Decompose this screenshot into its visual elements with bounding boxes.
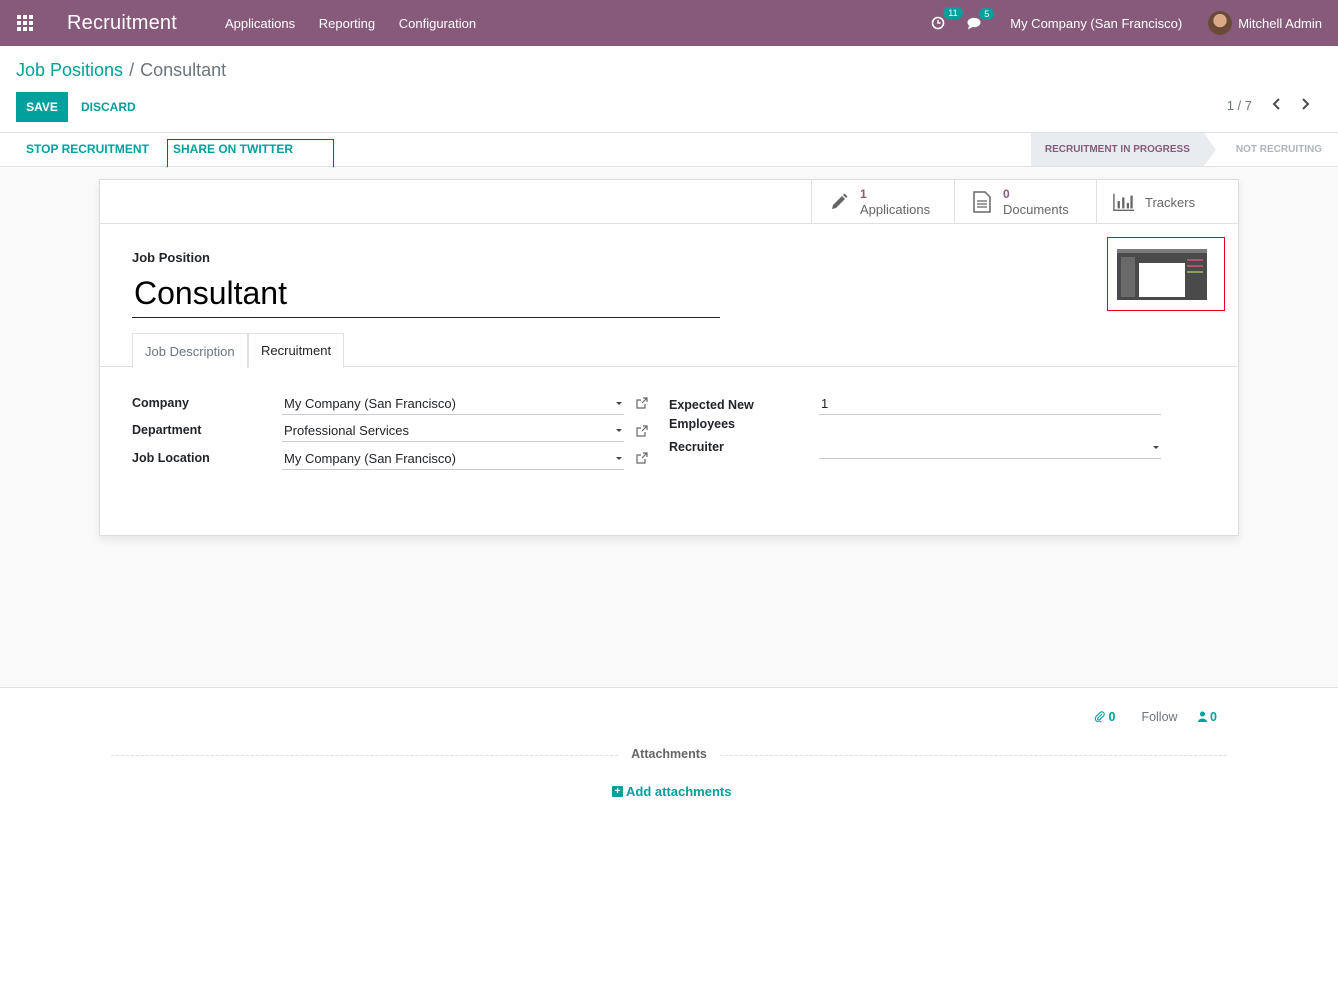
- expected-employees-label-line2: Employees: [669, 417, 736, 431]
- stage-selector: RECRUITMENT IN PROGRESS NOT RECRUITING: [1030, 133, 1338, 166]
- job-image-field[interactable]: [1107, 237, 1225, 311]
- recruiter-field[interactable]: [819, 437, 1161, 459]
- menu-item-applications[interactable]: Applications: [225, 16, 295, 31]
- dropdown-caret-icon[interactable]: [616, 429, 622, 432]
- expected-employees-value: 1: [821, 396, 829, 411]
- documents-label: Documents: [1003, 202, 1069, 217]
- button-box: 1 Applications 0 Documents Trackers: [100, 180, 1238, 224]
- top-menu: Applications Reporting Configuration: [225, 16, 496, 31]
- trackers-label: Trackers: [1145, 194, 1196, 210]
- pager-value[interactable]: 1 / 7: [1227, 98, 1252, 113]
- chatter-topbar: 0 Follow 0: [1094, 710, 1217, 724]
- breadcrumb: Job Positions / Consultant: [16, 60, 226, 81]
- company-value: My Company (San Francisco): [284, 396, 456, 411]
- follow-button[interactable]: Follow: [1141, 710, 1177, 724]
- breadcrumb-current: Consultant: [140, 60, 227, 80]
- screenshot-thumbnail: [1117, 249, 1207, 300]
- notebook-tabs: Job Description Recruitment: [100, 333, 1238, 368]
- job-position-input[interactable]: Consultant: [132, 270, 720, 318]
- plus-square-icon: +: [612, 786, 623, 797]
- job-location-field[interactable]: My Company (San Francisco): [282, 448, 624, 470]
- documents-count: 0: [1003, 187, 1010, 201]
- paperclip-icon: [1094, 711, 1105, 723]
- job-position-label: Job Position: [132, 250, 210, 265]
- followers-count: 0: [1210, 710, 1217, 724]
- tab-recruitment[interactable]: Recruitment: [248, 333, 345, 368]
- department-label: Department: [132, 423, 202, 437]
- add-attachments-button[interactable]: + Add attachments: [612, 784, 731, 799]
- user-name: Mitchell Admin: [1238, 15, 1322, 31]
- documents-stat-button[interactable]: 0 Documents: [954, 180, 1097, 224]
- user-icon: [1197, 711, 1207, 722]
- company-field[interactable]: My Company (San Francisco): [282, 393, 624, 415]
- job-location-label: Job Location: [132, 451, 210, 465]
- breadcrumb-separator: /: [129, 60, 135, 80]
- avatar: [1208, 11, 1233, 35]
- job-location-value: My Company (San Francisco): [284, 451, 456, 466]
- menu-item-reporting[interactable]: Reporting: [319, 16, 375, 31]
- bar-chart-icon: [1113, 191, 1135, 213]
- attachments-title: Attachments: [619, 747, 719, 761]
- chevron-right-icon[interactable]: [1298, 96, 1312, 112]
- company-switcher[interactable]: My Company (San Francisco): [1010, 16, 1182, 31]
- expected-employees-label-line1: Expected New: [669, 398, 754, 412]
- followers-counter[interactable]: 0: [1197, 710, 1217, 724]
- messages-count-badge: 5: [979, 7, 995, 20]
- discard-button[interactable]: DISCARD: [81, 92, 136, 122]
- save-button[interactable]: SAVE: [16, 92, 68, 122]
- applications-label: Applications: [860, 202, 931, 217]
- external-link-icon[interactable]: [636, 397, 648, 409]
- activity-count-badge: 11: [943, 7, 963, 19]
- user-menu[interactable]: Mitchell Admin: [1208, 11, 1322, 35]
- external-link-icon[interactable]: [636, 452, 648, 464]
- external-link-icon[interactable]: [636, 425, 648, 437]
- company-label: Company: [132, 396, 189, 410]
- tab-job-description[interactable]: Job Description: [132, 333, 248, 368]
- trackers-stat-button[interactable]: Trackers: [1096, 180, 1239, 224]
- form-sheet: 1 Applications 0 Documents Trackers Job …: [99, 179, 1239, 536]
- department-field[interactable]: Professional Services: [282, 420, 624, 442]
- chevron-left-icon[interactable]: [1270, 96, 1284, 112]
- clock-icon: [931, 16, 945, 30]
- attachments-counter[interactable]: 0: [1094, 710, 1115, 724]
- applications-stat-button[interactable]: 1 Applications: [811, 180, 954, 224]
- pencil-icon: [828, 191, 850, 213]
- recruiter-label: Recruiter: [669, 440, 724, 454]
- stop-recruitment-button[interactable]: STOP RECRUITMENT: [26, 142, 149, 156]
- stage-recruitment-in-progress[interactable]: RECRUITMENT IN PROGRESS: [1030, 133, 1216, 166]
- dropdown-caret-icon[interactable]: [616, 457, 622, 460]
- main-navbar: Recruitment Applications Reporting Confi…: [0, 0, 1338, 46]
- apps-menu-icon[interactable]: [0, 0, 50, 46]
- chatter: 0 Follow 0 Attachments + Add attachments: [0, 688, 1338, 983]
- dropdown-caret-icon[interactable]: [1153, 446, 1159, 449]
- activity-menu[interactable]: 11: [931, 7, 963, 30]
- control-panel: Job Positions / Consultant SAVE DISCARD 1 …: [0, 46, 1338, 132]
- app-name[interactable]: Recruitment: [67, 12, 177, 35]
- applications-count: 1: [860, 187, 867, 201]
- dropdown-caret-icon[interactable]: [616, 402, 622, 405]
- document-icon: [971, 191, 993, 213]
- messaging-menu[interactable]: 5: [967, 7, 995, 30]
- systray: 11 5 My Company (San Francisco) Mitchell…: [931, 7, 1338, 35]
- breadcrumb-job-positions[interactable]: Job Positions: [16, 60, 123, 80]
- menu-item-configuration[interactable]: Configuration: [399, 16, 476, 31]
- attachments-count: 0: [1108, 710, 1116, 724]
- expected-employees-input[interactable]: 1: [819, 393, 1161, 415]
- add-attachments-label: Add attachments: [626, 784, 732, 799]
- stage-not-recruiting[interactable]: NOT RECRUITING: [1204, 133, 1338, 166]
- form-statusbar: STOP RECRUITMENT SHARE ON TWITTER RECRUI…: [0, 132, 1338, 171]
- department-value: Professional Services: [284, 423, 409, 438]
- expected-employees-label: Expected New Employees: [669, 396, 754, 434]
- attachments-separator: Attachments: [111, 747, 1227, 763]
